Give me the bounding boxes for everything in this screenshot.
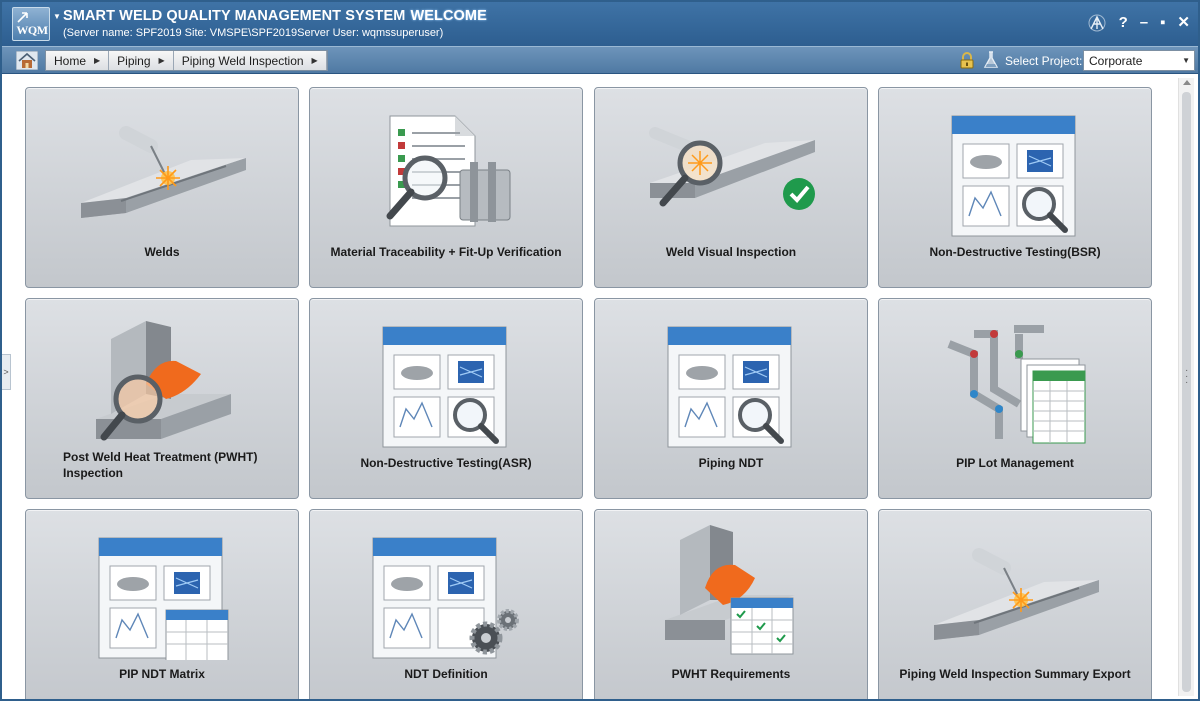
welding-torch-icon bbox=[81, 126, 246, 218]
window-controls: ? – ▪ ✕ bbox=[1087, 10, 1190, 36]
welcome-text: WELCOME bbox=[410, 8, 487, 24]
tile-label: PIP Lot Management bbox=[956, 456, 1074, 470]
app-window: WQM ▼ SMART WELD QUALITY MANAGEMENT SYST… bbox=[0, 0, 1200, 701]
breadcrumb-label: Home bbox=[54, 53, 87, 68]
tile-piping-ndt[interactable]: Piping NDT bbox=[594, 298, 868, 499]
tile-material-traceability[interactable]: Material Traceability + Fit-Up Verificat… bbox=[309, 87, 583, 288]
breadcrumb-home[interactable]: Home ▶ bbox=[46, 51, 110, 70]
ndt-matrix-icon bbox=[98, 537, 229, 660]
tile-label: Piping NDT bbox=[698, 456, 764, 470]
tile-label: Welds bbox=[144, 245, 180, 259]
ndt-panel-icon bbox=[667, 326, 792, 448]
tile-ndt-bsr[interactable]: Non-Destructive Testing(BSR) bbox=[878, 87, 1152, 288]
tile-pip-lot-management[interactable]: PIP Lot Management bbox=[878, 298, 1152, 499]
tile-weld-visual-inspection[interactable]: Weld Visual Inspection bbox=[594, 87, 868, 288]
scroll-grip-icon: · · · bbox=[1185, 365, 1189, 388]
weld-inspect-check-icon bbox=[649, 127, 815, 210]
ndt-panel-icon bbox=[382, 326, 507, 448]
breadcrumb-piping[interactable]: Piping ▶ bbox=[109, 51, 174, 70]
tile-label: Material Traceability + Fit-Up Verificat… bbox=[330, 245, 562, 259]
tile-label: PIP NDT Matrix bbox=[119, 667, 205, 681]
title-bar: WQM ▼ SMART WELD QUALITY MANAGEMENT SYST… bbox=[2, 2, 1198, 46]
tile-ndt-definition[interactable]: NDT Definition bbox=[309, 509, 583, 699]
help-button[interactable]: ? bbox=[1119, 14, 1128, 32]
ndt-panel-icon bbox=[951, 115, 1076, 237]
tile-label: NDT Definition bbox=[404, 667, 488, 681]
welding-torch-icon bbox=[934, 548, 1099, 640]
chevron-right-icon: > bbox=[3, 367, 9, 377]
chevron-right-icon[interactable]: ▶ bbox=[94, 56, 100, 65]
tile-label: Post Weld Heat Treatment (PWHT) Inspecti… bbox=[63, 450, 258, 480]
tile-label: PWHT Requirements bbox=[671, 667, 791, 681]
tile-label: Non-Destructive Testing(ASR) bbox=[360, 456, 532, 470]
settings-brush-icon[interactable] bbox=[1087, 13, 1107, 33]
scroll-thumb[interactable] bbox=[1182, 92, 1191, 692]
tile-ndt-asr[interactable]: Non-Destructive Testing(ASR) bbox=[309, 298, 583, 499]
pipe-spreadsheet-icon bbox=[947, 325, 1086, 444]
logo-text: WQM bbox=[16, 23, 48, 37]
chevron-right-icon[interactable]: ▶ bbox=[312, 56, 318, 65]
close-button[interactable]: ✕ bbox=[1177, 14, 1190, 32]
server-info: (Server name: SPF2019 Site: VMSPE\SPF201… bbox=[63, 27, 444, 39]
app-title-text: SMART WELD QUALITY MANAGEMENT SYSTEM bbox=[63, 8, 406, 24]
app-title: SMART WELD QUALITY MANAGEMENT SYSTEM WELC… bbox=[63, 8, 487, 24]
chevron-down-icon[interactable]: ▼ bbox=[1182, 56, 1190, 65]
home-icon[interactable] bbox=[16, 51, 38, 70]
tile-label: Piping Weld Inspection Summary Export bbox=[899, 667, 1131, 681]
tile-grid: Welds Material Traceability + Fit-Up Ver… bbox=[2, 74, 1198, 699]
navigation-bar: Home ▶ Piping ▶ Piping Weld Inspection ▶ Se… bbox=[2, 46, 1198, 74]
breadcrumb-piping-weld-inspection[interactable]: Piping Weld Inspection ▶ bbox=[174, 51, 327, 70]
pwht-grid-icon bbox=[665, 525, 795, 655]
breadcrumb-label: Piping bbox=[117, 53, 151, 68]
project-select-value: Corporate bbox=[1089, 54, 1143, 68]
maximize-button[interactable]: ▪ bbox=[1160, 14, 1165, 32]
pwht-inspection-icon bbox=[96, 321, 231, 441]
lock-icon[interactable] bbox=[960, 52, 974, 69]
flask-icon[interactable] bbox=[983, 51, 999, 69]
tile-label: Weld Visual Inspection bbox=[665, 245, 797, 259]
tile-summary-export[interactable]: Piping Weld Inspection Summary Export bbox=[878, 509, 1152, 699]
select-project-label: Select Project: bbox=[1005, 54, 1083, 68]
vertical-scrollbar[interactable]: · · · bbox=[1178, 78, 1194, 696]
tile-label: Non-Destructive Testing(BSR) bbox=[929, 245, 1101, 259]
app-logo[interactable]: WQM bbox=[12, 7, 50, 41]
tile-pwht-inspection[interactable]: Post Weld Heat Treatment (PWHT) Inspecti… bbox=[25, 298, 299, 499]
tile-pip-ndt-matrix[interactable]: PIP NDT Matrix bbox=[25, 509, 299, 699]
project-select[interactable]: Corporate ▼ bbox=[1083, 50, 1195, 71]
tile-welds[interactable]: Welds bbox=[25, 87, 299, 288]
scroll-up-arrow-icon[interactable] bbox=[1183, 80, 1191, 85]
ndt-gears-icon bbox=[372, 537, 519, 659]
breadcrumb-label: Piping Weld Inspection bbox=[181, 53, 304, 68]
left-panel-toggle[interactable]: > bbox=[2, 354, 11, 390]
logo-menu-caret-icon[interactable]: ▼ bbox=[53, 12, 61, 21]
chevron-right-icon[interactable]: ▶ bbox=[159, 56, 165, 65]
breadcrumb: Home ▶ Piping ▶ Piping Weld Inspection ▶ bbox=[45, 50, 328, 71]
logo-arrow-icon bbox=[17, 12, 28, 23]
tile-pwht-requirements[interactable]: PWHT Requirements bbox=[594, 509, 868, 699]
document-magnifier-icon bbox=[386, 115, 511, 227]
minimize-button[interactable]: – bbox=[1140, 14, 1148, 32]
